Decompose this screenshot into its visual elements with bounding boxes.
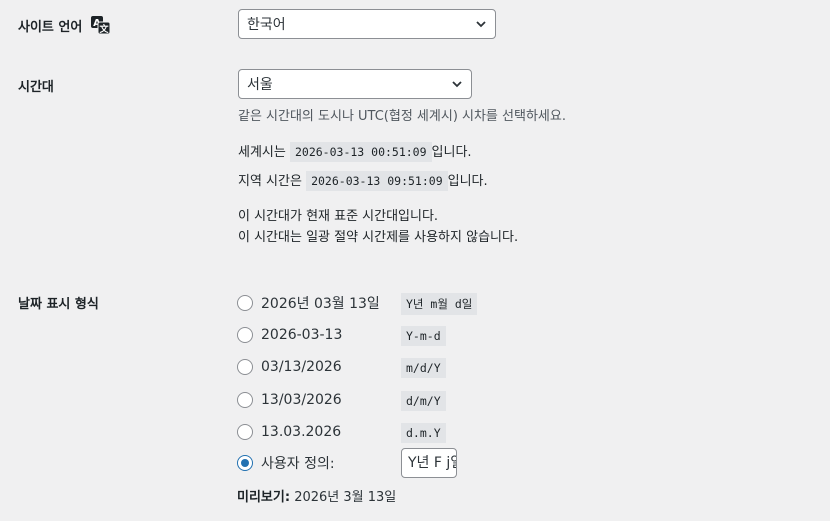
date-format-option-label: 2026-03-13	[261, 327, 343, 343]
local-suffix: 입니다.	[447, 174, 488, 189]
dst-note: 이 시간대는 일광 절약 시간제를 사용하지 않습니다.	[238, 230, 519, 245]
date-format-option[interactable]: 13.03.2026	[237, 422, 341, 442]
date-format-option[interactable]: 2026년 03월 13일	[237, 293, 380, 313]
date-format-option[interactable]: 03/13/2026	[237, 357, 342, 377]
timezone-label: 시간대	[18, 80, 54, 95]
date-format-code: Y-m-d	[401, 326, 446, 346]
standard-time-note: 이 시간대가 현재 표준 시간대입니다.	[238, 209, 439, 224]
translate-icon: A 文	[90, 16, 111, 38]
date-format-label: 날짜 표시 형식	[18, 297, 99, 312]
custom-format-label: 사용자 정의:	[261, 456, 335, 472]
utc-time-value: 2026-03-13 00:51:09	[289, 142, 432, 162]
date-format-option-label: 13.03.2026	[261, 424, 342, 440]
date-format-code: d/m/Y	[401, 391, 446, 411]
site-language-value: 한국어	[247, 17, 286, 33]
local-time-line: 지역 시간은 2026-03-13 09:51:09 입니다.	[238, 170, 488, 191]
radio-button[interactable]	[237, 424, 253, 440]
date-format-option-custom[interactable]: 사용자 정의:	[237, 453, 335, 473]
date-format-option-label: 03/13/2026	[261, 359, 342, 375]
utc-time-line: 세계시는 2026-03-13 00:51:09 입니다.	[238, 141, 472, 162]
radio-button[interactable]	[237, 327, 253, 343]
preview-label: 미리보기:	[237, 490, 291, 505]
timezone-select[interactable]: 서울	[238, 69, 472, 99]
local-prefix: 지역 시간은	[238, 174, 302, 189]
site-language-label-text: 사이트 언어	[18, 20, 83, 35]
date-format-option[interactable]: 2026-03-13	[237, 325, 342, 345]
date-format-option-label: 2026년 03월 13일	[261, 296, 380, 312]
preview-value: 2026년 3월 13일	[294, 490, 397, 505]
date-format-code: m/d/Y	[401, 358, 446, 378]
chevron-down-icon	[476, 21, 486, 28]
timezone-description: 같은 시간대의 도시나 UTC(협정 세계시) 시차를 선택하세요.	[238, 109, 566, 124]
date-format-option-label: 13/03/2026	[261, 392, 342, 408]
timezone-value: 서울	[247, 77, 273, 93]
chevron-down-icon	[452, 81, 462, 88]
site-language-label: 사이트 언어 A 文	[18, 16, 111, 38]
local-time-value: 2026-03-13 09:51:09	[306, 171, 448, 191]
date-format-option[interactable]: 13/03/2026	[237, 390, 342, 410]
date-format-code: Y년 m월 d일	[401, 293, 478, 315]
date-preview: 미리보기: 2026년 3월 13일	[237, 486, 396, 505]
utc-suffix: 입니다.	[431, 145, 472, 160]
radio-button[interactable]	[237, 392, 253, 408]
site-language-select[interactable]: 한국어	[238, 9, 496, 39]
custom-date-format-input[interactable]: Y년 F j일	[401, 448, 457, 478]
utc-prefix: 세계시는	[238, 145, 286, 160]
svg-text:文: 文	[98, 23, 109, 34]
radio-button[interactable]	[237, 295, 253, 311]
radio-button-checked[interactable]	[237, 455, 253, 471]
date-format-code: d.m.Y	[401, 423, 446, 443]
radio-button[interactable]	[237, 359, 253, 375]
